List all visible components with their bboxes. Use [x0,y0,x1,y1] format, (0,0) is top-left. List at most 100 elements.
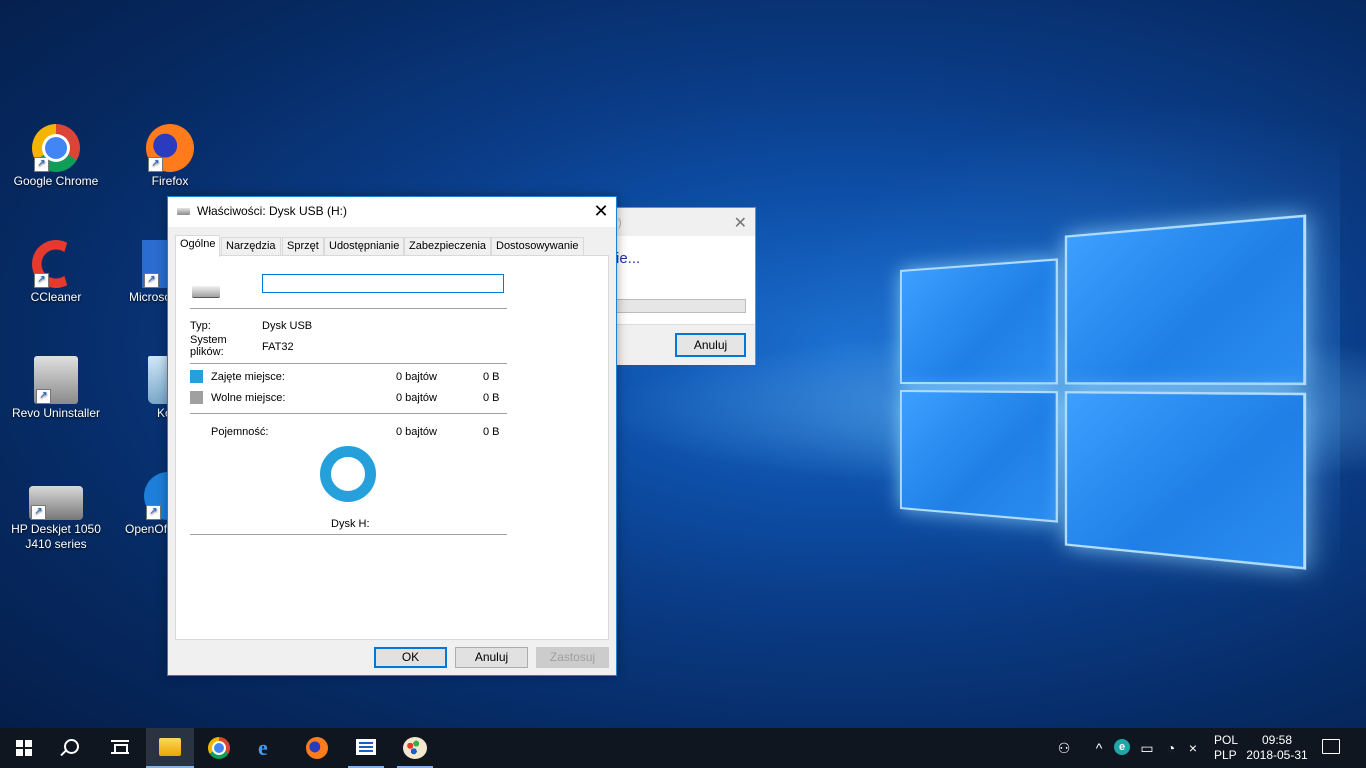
separator [190,308,507,309]
chrome-icon: ↗ [32,124,80,172]
taskbar-list-app[interactable] [342,728,390,768]
file-explorer-icon [159,738,181,756]
wallpaper-windows-logo [900,193,1271,568]
desktop-icon-label: Revo Uninstaller [6,406,106,421]
filesystem-label-line1: System [190,334,227,346]
ok-button[interactable]: OK [374,647,447,668]
desktop-icon-microsoft[interactable]: ↗ Microso [120,240,167,305]
close-button[interactable]: ✕ [586,197,616,227]
desktop-icon-google-chrome[interactable]: ↗ Google Chrome [6,124,106,189]
taskbar-chrome[interactable] [195,728,243,768]
start-icon [16,740,32,756]
wifi-icon[interactable]: ◔ [1162,739,1180,757]
openoffice-icon: ↗ [144,472,167,520]
used-space-bytes: 0 bajtów [396,371,437,383]
separator [190,413,507,414]
keyboard-layout: PLP [1214,748,1244,763]
free-space-label: Wolne miejsce: [211,392,285,404]
word-icon: ↗ [142,240,167,288]
usb-drive-icon [192,286,220,297]
desktop-icon-openoffice[interactable]: ↗ OpenOf [120,472,167,537]
desktop-icon-hp-deskjet[interactable]: ↗ HP Deskjet 1050 J410 series [6,472,106,552]
search-icon [64,739,79,754]
capacity-bytes: 0 bajtów [396,426,437,438]
title-bar[interactable]: Właściwości: Dysk USB (H:) ✕ [168,197,616,227]
revo-uninstaller-icon: ↗ [34,356,78,404]
task-view-button[interactable] [96,728,144,768]
free-space-size: 0 B [483,392,500,404]
desktop-icon-label: Google Chrome [6,174,106,189]
background-dialog: ) ✕ ie... Anuluj [605,207,756,365]
tab-security[interactable]: Zabezpieczenia [404,237,491,256]
search-button[interactable] [48,728,96,768]
separator [190,534,507,535]
type-label: Typ: [190,320,211,332]
ccleaner-icon: ↗ [32,240,80,288]
used-space-swatch [190,370,203,383]
properties-dialog: Właściwości: Dysk USB (H:) ✕ Ogólne Narz… [167,196,617,676]
type-value: Dysk USB [262,320,312,332]
disk-usage-donut [320,446,376,502]
cancel-button[interactable]: Anuluj [455,647,528,668]
chrome-icon [208,737,230,759]
clock-date: 2018-05-31 [1246,748,1308,763]
tab-tools[interactable]: Narzędzia [221,237,281,256]
people-icon[interactable]: ⚇ [1055,739,1073,757]
task-view-icon [111,740,129,754]
filesystem-value: FAT32 [262,341,294,353]
volume-muted-icon[interactable]: × [1184,739,1202,757]
capacity-size: 0 B [483,426,500,438]
desktop-icon-label: CCleaner [6,290,106,305]
drive-name-input[interactable] [262,274,504,293]
clock[interactable]: 09:58 2018-05-31 [1246,733,1308,763]
apply-button[interactable]: Zastosuj [536,647,609,668]
usb-drive-icon [177,208,190,215]
desktop-icon-label: Ko [120,406,167,421]
taskbar-paint[interactable] [391,728,439,768]
paint-icon [403,737,427,759]
dialog-title: Właściwości: Dysk USB (H:) [197,204,347,218]
desktop-icon-revo-uninstaller[interactable]: ↗ Revo Uninstaller [6,356,106,421]
desktop-icon-label: HP Deskjet 1050 J410 series [6,522,106,552]
taskbar-firefox[interactable] [293,728,341,768]
general-tab-panel: Typ: Dysk USB System plików: FAT32 Zajęt… [175,255,609,640]
taskbar: e ⚇ ^ e ▭ ◔ × POL PLP 09:58 2018-05-31 [0,728,1366,768]
printer-icon: ↗ [29,486,83,520]
recycle-bin-icon [148,356,167,404]
action-center-icon[interactable] [1322,739,1340,754]
firefox-icon: ↗ [146,124,194,172]
desktop-icon-firefox[interactable]: ↗ Firefox [120,124,220,189]
drive-caption: Dysk H: [331,518,370,530]
tab-hardware[interactable]: Sprzęt [282,237,324,256]
desktop-icon-label: Firefox [120,174,220,189]
taskbar-file-explorer[interactable] [146,728,194,768]
used-space-label: Zajęte miejsce: [211,371,285,383]
start-button[interactable] [0,728,48,768]
list-app-icon [356,739,376,755]
tab-sharing[interactable]: Udostępnianie [324,237,404,256]
capacity-label: Pojemność: [211,426,268,438]
battery-icon[interactable]: ▭ [1138,739,1156,757]
clock-time: 09:58 [1246,733,1308,748]
desktop-icon-label: OpenOf [120,522,167,537]
language-indicator[interactable]: POL PLP [1214,733,1244,763]
desktop-icon-recycle-bin[interactable]: Ko [120,356,167,421]
background-dialog-title: ) [618,217,622,229]
cancel-button[interactable]: Anuluj [675,333,746,357]
tab-general[interactable]: Ogólne [175,235,220,257]
used-space-size: 0 B [483,371,500,383]
filesystem-label-line2: plików: [190,346,224,358]
edge-icon: e [258,738,268,758]
tab-customize[interactable]: Dostosowywanie [491,237,584,256]
separator [190,363,507,364]
language-code: POL [1214,733,1244,748]
chevron-up-icon[interactable]: ^ [1090,739,1108,757]
close-icon[interactable]: ✕ [734,213,747,233]
eset-icon[interactable]: e [1114,739,1130,755]
free-space-bytes: 0 bajtów [396,392,437,404]
desktop-icon-ccleaner[interactable]: ↗ CCleaner [6,240,106,305]
free-space-swatch [190,391,203,404]
background-dialog-status: ie... [616,250,640,267]
progress-bar [616,299,746,313]
taskbar-edge[interactable]: e [244,728,292,768]
